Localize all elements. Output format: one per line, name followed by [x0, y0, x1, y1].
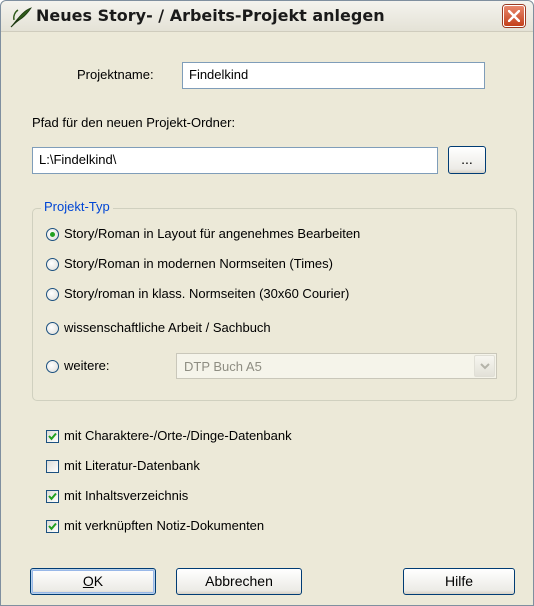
checkbox-label: mit Inhaltsverzeichnis — [64, 488, 189, 503]
radio-label: weitere: — [64, 358, 110, 373]
radio-button[interactable] — [46, 228, 59, 241]
browse-button[interactable]: ... — [448, 146, 486, 174]
radio-label: wissenschaftliche Arbeit / Sachbuch — [64, 320, 271, 335]
radio-button[interactable] — [46, 360, 59, 373]
checkmark-icon — [48, 522, 57, 531]
dropdown-arrow-button[interactable] — [474, 355, 495, 377]
checkmark-icon — [48, 432, 57, 441]
title-bar[interactable]: Neues Story- / Arbeits-Projekt anlegen — [1, 1, 533, 32]
project-name-label: Projektname: — [77, 67, 154, 82]
ok-button[interactable]: OK — [30, 568, 156, 595]
ok-label: K — [93, 573, 104, 589]
dialog-title: Neues Story- / Arbeits-Projekt anlegen — [36, 6, 385, 25]
checkbox[interactable] — [46, 430, 59, 443]
select-value: DTP Buch A5 — [184, 359, 262, 374]
checkbox[interactable] — [46, 490, 59, 503]
path-label: Pfad für den neuen Projekt-Ordner: — [32, 115, 236, 130]
project-type-legend: Projekt-Typ — [41, 199, 113, 214]
checkbox-label: mit Charaktere-/Orte-/Dinge-Datenbank — [64, 428, 292, 443]
quill-pen-icon — [9, 6, 33, 28]
close-button[interactable] — [503, 5, 525, 27]
project-name-input[interactable]: Findelkind — [182, 62, 485, 89]
chevron-down-icon — [480, 363, 490, 370]
more-types-select[interactable]: DTP Buch A5 — [176, 353, 497, 379]
dialog-window: Neues Story- / Arbeits-Projekt anlegen P… — [0, 0, 534, 606]
radio-label: Story/Roman in Layout für angenehmes Bea… — [64, 226, 361, 241]
close-icon — [508, 10, 520, 22]
radio-button[interactable] — [46, 258, 59, 271]
radio-label: Story/Roman in modernen Normseiten (Time… — [64, 256, 333, 271]
radio-label: Story/roman in klass. Normseiten (30x60 … — [64, 286, 350, 301]
checkbox-label: mit verknüpften Notiz-Dokumenten — [64, 518, 265, 533]
radio-button[interactable] — [46, 322, 59, 335]
checkmark-icon — [48, 492, 57, 501]
checkbox[interactable] — [46, 460, 59, 473]
ok-accelerator: O — [82, 573, 94, 589]
checkbox-label: mit Literatur-Datenbank — [64, 458, 200, 473]
cancel-button[interactable]: Abbrechen — [176, 568, 302, 595]
path-input[interactable]: L:\Findelkind\ — [32, 147, 438, 174]
help-button[interactable]: Hilfe — [403, 568, 515, 595]
radio-button[interactable] — [46, 288, 59, 301]
checkbox[interactable] — [46, 520, 59, 533]
